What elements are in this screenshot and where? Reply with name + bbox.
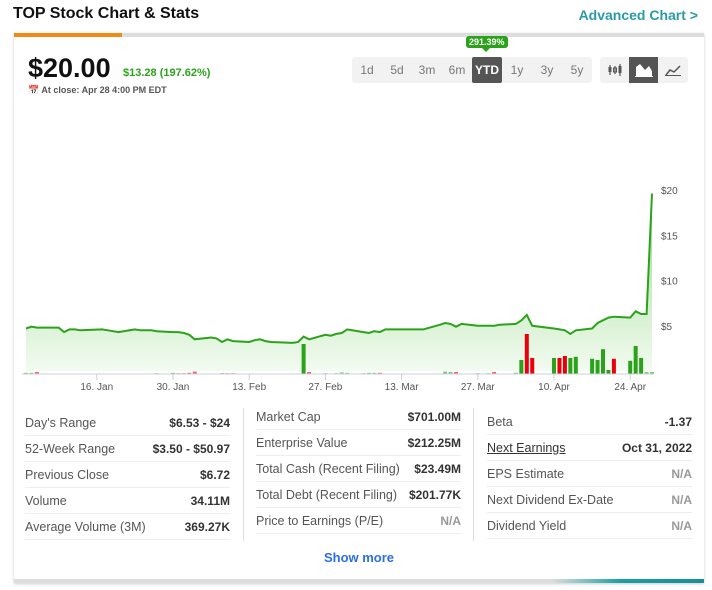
stat-value: N/A [671, 466, 692, 481]
volume-bar [557, 358, 562, 374]
price-line [25, 193, 653, 344]
price-chart[interactable]: 16. Jan 30. Jan 13. Feb 27. Feb 13. Mar 27. M… [14, 33, 704, 403]
stat-label: EPS Estimate [487, 466, 565, 481]
volume-bar [590, 358, 595, 374]
volume-bar [595, 360, 600, 374]
stat-value: $6.53 - $24 [169, 415, 230, 430]
stat-row: EPS Estimate N/A [487, 461, 692, 487]
stat-value: Oct 31, 2022 [621, 440, 692, 455]
y-tick-label: $20 [661, 186, 678, 197]
stat-row: Market Cap $701.00M [256, 404, 461, 430]
stat-label: Next Dividend Ex-Date [487, 492, 614, 507]
stat-value: N/A [671, 492, 692, 507]
stat-value: $23.49M [414, 461, 461, 476]
volume-bar [606, 370, 611, 374]
stats-column-3: Beta -1.37 Next Earnings Oct 31, 2022 EPS Es… [487, 409, 692, 539]
advanced-chart-link[interactable]: Advanced Chart > [579, 7, 698, 23]
volume-bar [633, 346, 638, 374]
stat-label: 52-Week Range [25, 441, 116, 456]
stat-label: Total Cash (Recent Filing) [256, 461, 400, 476]
stat-row: Next Earnings Oct 31, 2022 [487, 435, 692, 461]
stat-value: N/A [671, 518, 692, 533]
stat-value: N/A [440, 513, 461, 528]
volume-bar [301, 344, 306, 374]
stat-label: Price to Earnings (P/E) [256, 513, 384, 528]
stat-label: Enterprise Value [256, 435, 348, 450]
x-tick-label: 30. Jan [157, 382, 190, 393]
stat-row: Dividend Yield N/A [487, 513, 692, 539]
divider [473, 408, 474, 541]
stat-value: $6.72 [199, 467, 230, 482]
x-tick-label: 10. Apr [538, 382, 570, 393]
stat-label: Previous Close [25, 467, 110, 482]
stat-label: Total Debt (Recent Filing) [256, 487, 398, 502]
divider [243, 408, 244, 541]
volume-bar [568, 358, 573, 374]
stat-row: Enterprise Value $212.25M [256, 430, 461, 456]
x-tick-label: 27. Feb [308, 382, 342, 393]
volume-bar [573, 356, 578, 374]
stat-value: 34.11M [190, 493, 230, 508]
x-tick-label: 16. Jan [80, 382, 113, 393]
stat-value: 369.27K [184, 519, 230, 534]
volume-bar [639, 358, 644, 374]
volume-bar [601, 349, 606, 374]
volume-bar [524, 334, 529, 374]
stat-row: Price to Earnings (P/E) N/A [256, 508, 461, 534]
stat-value: $701.00M [407, 409, 461, 424]
stat-row: Previous Close $6.72 [25, 462, 230, 488]
stats-column-1: Day's Range $6.53 - $24 52-Week Range $3.50… [25, 410, 230, 540]
volume-bar [530, 358, 535, 374]
x-tick-label: 27. Mar [461, 382, 496, 393]
stat-label[interactable]: Next Earnings [487, 441, 566, 455]
stat-row: Beta -1.37 [487, 409, 692, 435]
stat-label: Day's Range [25, 415, 97, 430]
price-area [26, 193, 652, 371]
stat-label: Volume [25, 493, 67, 508]
volume-bar [552, 358, 557, 374]
volume-bar [519, 360, 524, 374]
volume-bar [562, 356, 567, 374]
stat-row: Next Dividend Ex-Date N/A [487, 487, 692, 513]
stat-value: -1.37 [664, 414, 692, 429]
x-tick-label: 24. Apr [614, 382, 646, 393]
show-more-button[interactable]: Show more [14, 550, 704, 565]
stat-value: $201.77K [408, 487, 461, 502]
bottom-bar [14, 579, 704, 583]
x-tick-label: 13. Feb [232, 382, 266, 393]
stat-row: Volume 34.11M [25, 488, 230, 514]
page-title: TOP Stock Chart & Stats [13, 5, 200, 22]
stats-column-2: Market Cap $701.00M Enterprise Value $212.2… [256, 404, 461, 534]
stock-card: $20.00 $13.28 (197.62%) 📅 At close: Apr … [14, 33, 704, 583]
stat-row: 52-Week Range $3.50 - $50.97 [25, 436, 230, 462]
stat-label: Beta [487, 414, 513, 429]
stat-row: Total Cash (Recent Filing) $23.49M [256, 456, 461, 482]
stat-value: $212.25M [407, 435, 461, 450]
volume-bar [611, 358, 616, 374]
stat-row: Average Volume (3M) 369.27K [25, 514, 230, 540]
stat-value: $3.50 - $50.97 [152, 441, 230, 456]
stat-row: Day's Range $6.53 - $24 [25, 410, 230, 436]
x-tick-label: 13. Mar [385, 382, 420, 393]
stat-label: Average Volume (3M) [25, 519, 146, 534]
stat-label: Dividend Yield [487, 518, 567, 533]
y-tick-label: $5 [661, 322, 673, 333]
stat-row: Total Debt (Recent Filing) $201.77K [256, 482, 461, 508]
y-tick-label: $15 [661, 231, 678, 242]
stat-label: Market Cap [256, 409, 321, 424]
y-tick-label: $10 [661, 277, 678, 288]
volume-bar [628, 360, 633, 374]
